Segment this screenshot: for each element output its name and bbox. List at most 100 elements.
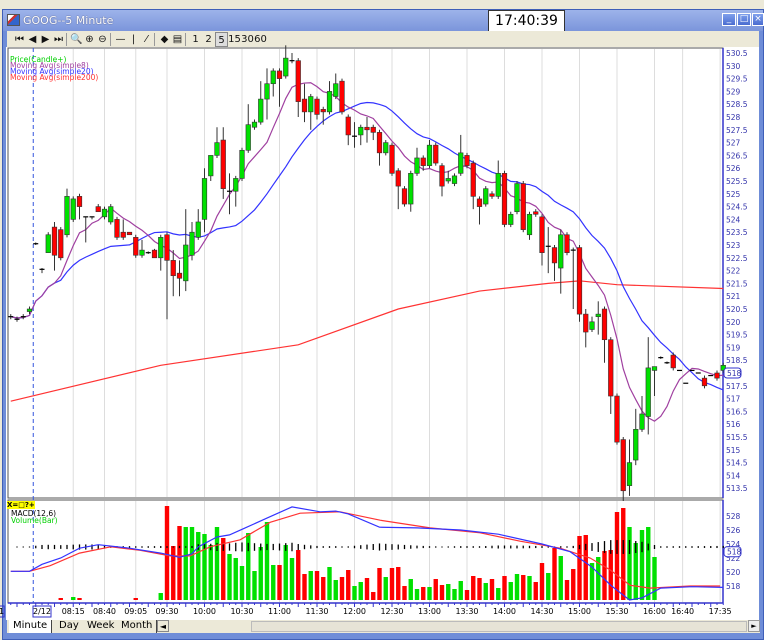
volume-bar bbox=[308, 571, 313, 600]
candle-body bbox=[151, 249, 158, 259]
candle-body bbox=[139, 249, 145, 256]
period-tabs: ► Minute Day Week Month ◄ bbox=[7, 620, 760, 633]
price-axis-label: 527.5 bbox=[726, 126, 748, 135]
panel-axis-label: 528 bbox=[726, 512, 741, 521]
candle-body bbox=[583, 313, 589, 333]
candle-body bbox=[558, 234, 564, 269]
time-label: 15:30 bbox=[605, 607, 628, 616]
price-axis-label: 526.5 bbox=[726, 151, 748, 160]
volume-bar bbox=[602, 551, 607, 600]
candle-body bbox=[620, 439, 626, 492]
time-label: 12:30 bbox=[380, 607, 403, 616]
price-axis-label: 517 bbox=[726, 395, 741, 404]
candle-body bbox=[233, 178, 239, 192]
candle-body bbox=[701, 377, 708, 387]
price-axis-label: 519.5 bbox=[726, 331, 748, 340]
candle-body bbox=[45, 234, 51, 253]
volume-bar bbox=[646, 527, 651, 600]
volume-bar bbox=[164, 506, 170, 600]
volume-bar bbox=[527, 576, 532, 600]
candle-body bbox=[114, 219, 120, 238]
volume-bar bbox=[252, 571, 257, 600]
volume-bar bbox=[77, 598, 82, 600]
candle-body bbox=[339, 80, 345, 113]
volume-bar bbox=[427, 587, 432, 600]
candle-body bbox=[370, 126, 376, 133]
volume-bar bbox=[614, 512, 620, 600]
volume-bar bbox=[339, 577, 345, 600]
price-axis-label: 529.5 bbox=[726, 75, 748, 84]
price-axis-label: 523 bbox=[726, 241, 741, 250]
candle-body bbox=[345, 116, 351, 136]
volume-bar bbox=[458, 581, 463, 600]
candle-body bbox=[401, 188, 408, 205]
price-axis-label: 521.5 bbox=[726, 279, 748, 288]
time-label: 14:30 bbox=[530, 607, 553, 616]
candle-body bbox=[533, 211, 539, 215]
price-axis-label: 515.5 bbox=[726, 433, 748, 442]
candle-body bbox=[489, 193, 495, 197]
volume-bar bbox=[264, 522, 270, 600]
volume-bar bbox=[239, 566, 245, 600]
candle-body bbox=[201, 178, 208, 220]
volume-bar bbox=[158, 593, 163, 600]
volume-bar bbox=[414, 589, 420, 600]
candle-body bbox=[608, 339, 614, 397]
candle-body bbox=[333, 83, 339, 97]
time-label: 10:00 bbox=[193, 607, 216, 616]
candle-body bbox=[408, 173, 414, 205]
time-label: 16:00 bbox=[643, 607, 666, 616]
tab-scroll-left-button[interactable]: ◄ bbox=[157, 620, 169, 632]
time-label: 09:30 bbox=[155, 607, 178, 616]
candle-body bbox=[526, 213, 533, 236]
tab-day[interactable]: Day bbox=[55, 620, 84, 633]
volume-bar bbox=[477, 578, 482, 600]
candle-body bbox=[214, 142, 220, 156]
candle-body bbox=[220, 139, 226, 189]
candle-body bbox=[626, 462, 633, 486]
tab-month[interactable]: Month bbox=[117, 620, 158, 633]
price-axis-label: 515 bbox=[726, 446, 741, 455]
volume-bar bbox=[208, 545, 213, 600]
candle-body bbox=[295, 60, 301, 102]
scroll-right-button[interactable]: ► bbox=[748, 620, 760, 632]
candle-body bbox=[383, 142, 389, 154]
panel-axis-label: 518 bbox=[726, 582, 741, 591]
price-axis-label: 516.5 bbox=[726, 407, 748, 416]
time-label: 17:35 bbox=[709, 607, 732, 616]
candle-body bbox=[433, 144, 439, 164]
volume-bar bbox=[189, 527, 195, 600]
candle-body bbox=[251, 121, 258, 128]
candle-body bbox=[539, 216, 545, 253]
volume-bar bbox=[327, 567, 332, 600]
volume-bar bbox=[627, 527, 632, 600]
volume-bar bbox=[421, 587, 426, 600]
candle-body bbox=[639, 413, 645, 430]
volume-bar bbox=[258, 547, 263, 600]
volume-bar bbox=[233, 558, 238, 600]
tab-week[interactable]: Week bbox=[83, 620, 120, 633]
candle-body bbox=[101, 208, 108, 218]
tab-minute[interactable]: Minute bbox=[9, 620, 53, 633]
volume-bar bbox=[171, 546, 176, 600]
candle-body bbox=[64, 196, 70, 236]
candle-body bbox=[645, 367, 651, 417]
candle-body bbox=[189, 231, 195, 256]
volume-bar bbox=[564, 580, 570, 600]
volume-bar bbox=[389, 568, 395, 600]
price-chart[interactable]: 2/11 2/12 08:15 08:40 09:05 09:30 10:00 10:30 11… bbox=[0, 0, 764, 620]
time-label: 2/12 bbox=[33, 607, 51, 616]
volume-bar bbox=[314, 571, 320, 600]
candle-body bbox=[670, 354, 676, 369]
candle-body bbox=[501, 173, 508, 225]
candle-body bbox=[245, 124, 251, 151]
candle-body bbox=[451, 175, 458, 184]
candle-body bbox=[133, 237, 139, 256]
candle-body bbox=[595, 313, 601, 317]
panel-last-value: 518 bbox=[727, 548, 742, 557]
time-label: 12:00 bbox=[343, 607, 366, 616]
panel-tool-icons[interactable]: X=□?+ bbox=[7, 501, 35, 509]
candle-body bbox=[364, 126, 370, 131]
horizontal-scrollbar[interactable] bbox=[251, 621, 747, 632]
volume-bar bbox=[321, 577, 326, 600]
